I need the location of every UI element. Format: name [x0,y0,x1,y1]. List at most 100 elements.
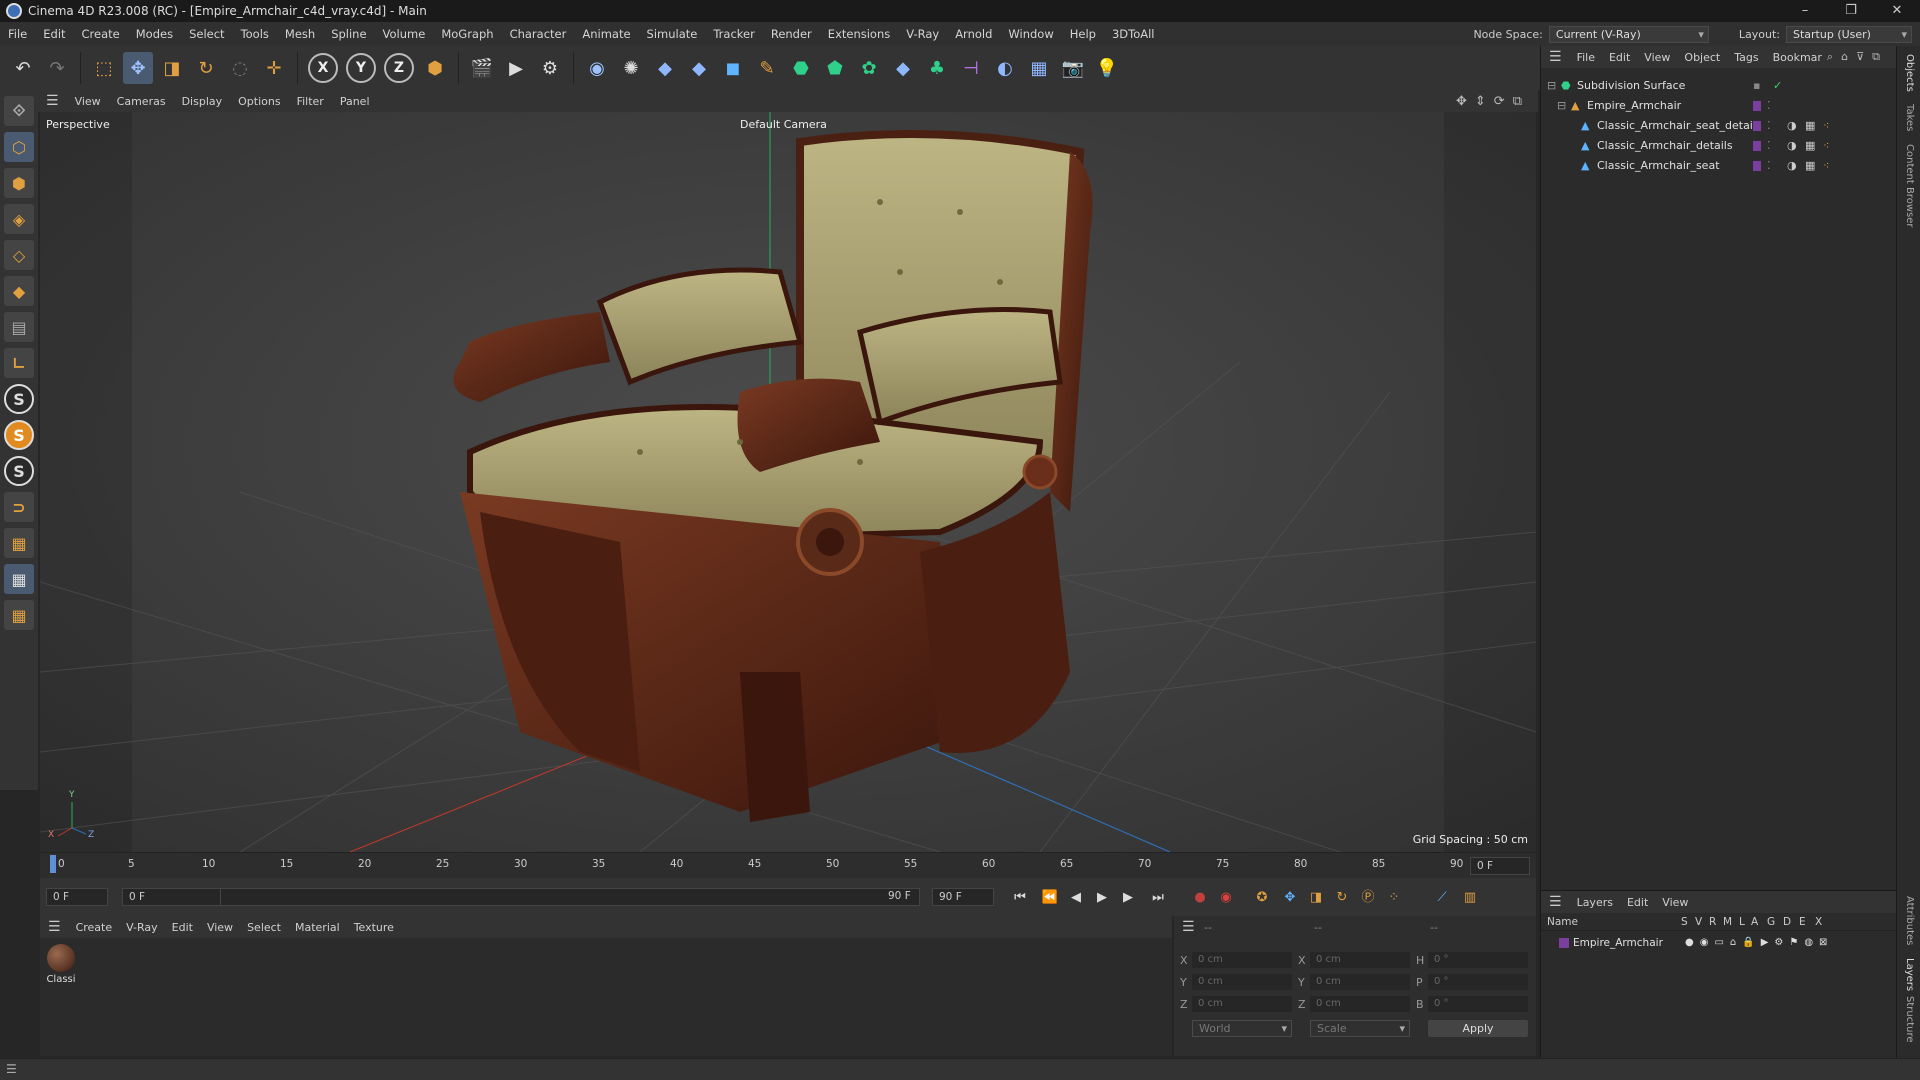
layout-dropdown[interactable]: Startup (User) [1786,25,1912,43]
tab-attributes[interactable]: Attributes [1904,896,1915,945]
y-axis-lock-button[interactable]: Y [346,53,376,83]
object-visibility-dots[interactable]: ▪ [1753,76,1760,96]
workplane-icon[interactable]: ∟ [4,348,34,378]
deformer-icon[interactable]: ⊣ [956,52,986,84]
go-to-end-icon[interactable]: ⏭ [1148,888,1168,908]
menu-modes[interactable]: Modes [128,27,181,41]
object-row[interactable]: ▲ Classic_Armchair_details ⁚ ◑ ▦ ⁖ [1541,136,1897,156]
object-row[interactable]: ⊟ ▲ Empire_Armchair ⁚ [1541,96,1897,116]
render-region-icon[interactable]: 🎬 [467,52,497,84]
object-menu-bookmarks[interactable]: Bookmar [1766,51,1829,64]
python-icon[interactable]: ◆ [650,52,680,84]
rot-b-field[interactable]: 0 ° [1428,996,1528,1012]
uv-mode-icon[interactable]: ▤ [4,312,34,342]
object-visibility-dots[interactable]: ⁚ [1767,156,1771,176]
object-name[interactable]: Classic_Armchair_details [1597,136,1733,156]
object-menu-edit[interactable]: Edit [1602,51,1637,64]
object-name[interactable]: Classic_Armchair_seat [1597,156,1720,176]
texture-mode-icon[interactable]: ⬢ [4,168,34,198]
menu-mograph[interactable]: MoGraph [433,27,501,41]
vray-sun-icon[interactable]: ✺ [616,52,646,84]
object-visibility-dots[interactable]: ⁚ [1767,96,1771,116]
extrude-icon[interactable]: ⬟ [820,52,850,84]
restore-button[interactable]: ❐ [1828,0,1874,22]
menu-extensions[interactable]: Extensions [820,27,898,41]
menu-tools[interactable]: Tools [233,27,277,41]
hamburger-icon[interactable]: ☰ [1541,49,1570,65]
pos-z-field[interactable]: 0 cm [1192,996,1292,1012]
material-menu-edit[interactable]: Edit [165,921,200,934]
start-frame-field[interactable]: 0 F [46,888,108,906]
transform-mode-dropdown[interactable]: Scale [1310,1020,1410,1037]
layer-menu-edit[interactable]: Edit [1620,896,1655,909]
apply-button[interactable]: Apply [1428,1020,1528,1037]
texture-tag-icon[interactable]: ▦ [1805,136,1815,156]
hamburger-icon[interactable]: ☰ [1541,894,1570,910]
render-view-icon[interactable]: ▶ [501,52,531,84]
pan-icon[interactable]: ✥ [1456,94,1475,109]
position-key-icon[interactable]: ✥ [1280,888,1300,908]
viewport-3d[interactable]: Perspective Default Camera Grid Spacing … [40,112,1536,852]
object-row[interactable]: ▲ Classic_Armchair_seat_details ⁚ ◑ ▦ ⁖ [1541,116,1897,136]
field-icon[interactable]: ◐ [990,52,1020,84]
home-icon[interactable]: ⌂ [1841,50,1856,63]
magnet-icon[interactable]: ⊃ [4,492,34,522]
material-menu-view[interactable]: View [200,921,240,934]
menu-render[interactable]: Render [763,27,820,41]
python-script-icon[interactable]: ◆ [684,52,714,84]
range-start-field[interactable]: 0 F [122,888,222,906]
menu-window[interactable]: Window [1000,27,1061,41]
workplane-grid-icon[interactable]: ▦ [4,564,34,594]
menu-simulate[interactable]: Simulate [639,27,706,41]
object-menu-file[interactable]: File [1570,51,1602,64]
end-frame-field[interactable]: 90 F [932,888,994,906]
object-visibility-dots[interactable]: ⁚ [1767,136,1771,156]
dolly-icon[interactable]: ⇕ [1475,94,1494,109]
camera-icon[interactable]: 📷 [1058,52,1088,84]
range-end-field[interactable]: 90 F [882,888,922,906]
coordinate-system-dropdown[interactable]: World [1192,1020,1292,1037]
motion-mode-icon[interactable]: ⟋ [1432,888,1452,908]
object-visibility-dots[interactable]: ⁚ [1767,116,1771,136]
timeline-window-icon[interactable]: ▥ [1460,888,1480,908]
menu-vray[interactable]: V-Ray [898,27,947,41]
current-frame-field[interactable]: 0 F [1470,857,1530,875]
hamburger-icon[interactable]: ☰ [1174,919,1203,935]
expand-icon[interactable]: ⊟ [1557,96,1566,116]
tab-takes[interactable]: Takes [1904,104,1915,131]
minimize-button[interactable]: – [1782,0,1828,22]
grid-icon[interactable]: ▦ [4,528,34,558]
hamburger-icon[interactable]: ☰ [38,93,67,109]
layer-name[interactable]: Empire_Armchair [1573,933,1663,953]
undo-icon[interactable]: ↶ [8,52,38,84]
node-space-dropdown[interactable]: Current (V-Ray) [1548,25,1709,43]
enabled-checkmark-icon[interactable]: ✓ [1773,76,1782,96]
menu-edit[interactable]: Edit [35,27,73,41]
live-selection-icon[interactable]: ⬚ [89,52,119,84]
filter-icon[interactable]: ⊽ [1856,50,1872,63]
viewport-menu-filter[interactable]: Filter [289,95,332,108]
object-name[interactable]: Classic_Armchair_seat_details [1597,116,1762,136]
material-menu-create[interactable]: Create [69,921,120,934]
play-icon[interactable]: ▶ [1092,888,1112,908]
go-to-start-icon[interactable]: ⏮ [1010,888,1030,908]
object-name[interactable]: Subdivision Surface [1577,76,1685,96]
menu-help[interactable]: Help [1062,27,1104,41]
material-menu-select[interactable]: Select [240,921,288,934]
previous-key-icon[interactable]: ⏪ [1040,888,1060,908]
texture-tag-icon[interactable]: ▦ [1805,116,1815,136]
menu-create[interactable]: Create [74,27,128,41]
vray-icon[interactable]: ◉ [582,52,612,84]
record-keys-icon[interactable]: ● [1190,888,1210,908]
pos-x-field[interactable]: 0 cm [1192,952,1292,968]
viewport-menu-display[interactable]: Display [174,95,231,108]
viewport-menu-panel[interactable]: Panel [332,95,378,108]
menu-mesh[interactable]: Mesh [277,27,323,41]
menu-3dtoall[interactable]: 3DToAll [1104,27,1163,41]
last-tool-icon[interactable]: ◌ [225,52,255,84]
scale-key-icon[interactable]: ◨ [1306,888,1326,908]
tab-layers[interactable]: Layers [1904,958,1915,991]
coordinate-system-icon[interactable]: ⬢ [420,52,450,84]
vray-tag-icon[interactable]: ⁖ [1823,116,1829,136]
expand-icon[interactable]: ⊟ [1547,76,1556,96]
